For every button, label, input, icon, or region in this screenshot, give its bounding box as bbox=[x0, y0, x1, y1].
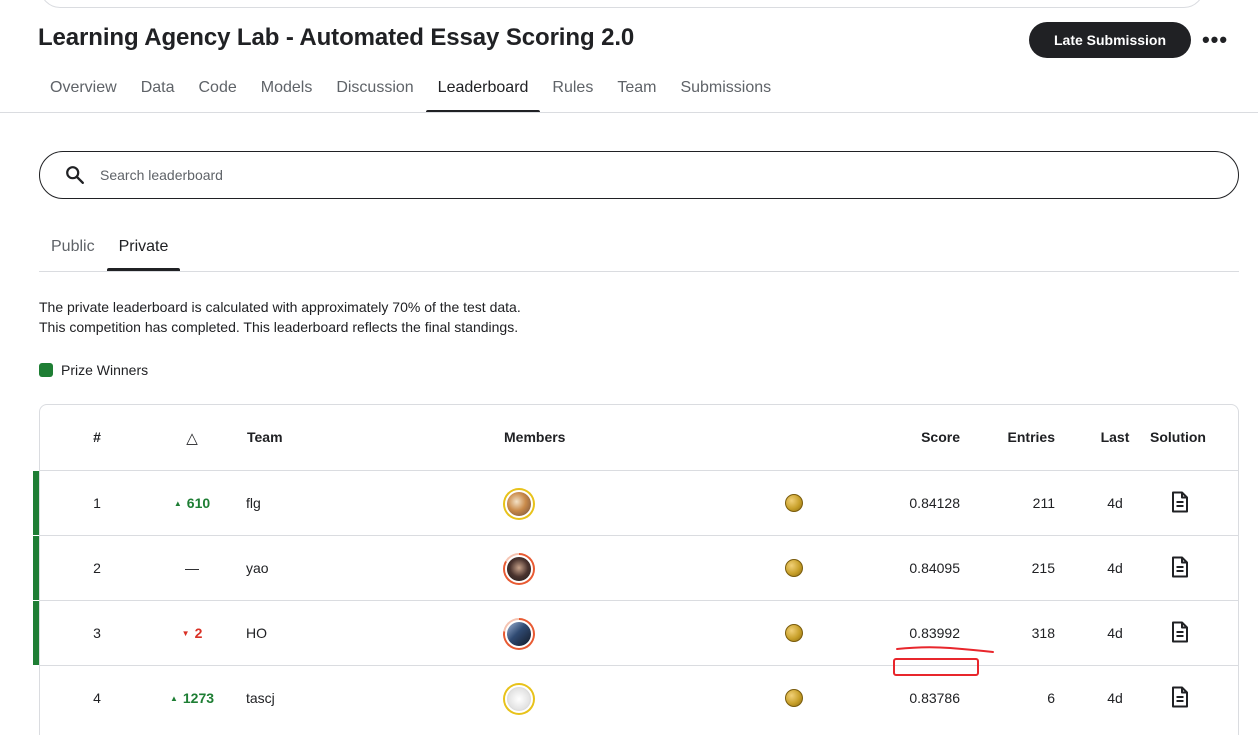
row-score: 0.84095 bbox=[909, 560, 960, 576]
row-team-name[interactable]: yao bbox=[246, 560, 269, 576]
more-options-button[interactable]: ••• bbox=[1200, 26, 1230, 54]
table-row[interactable]: 3 ▼ 2 HO 0.83992 318 4d bbox=[33, 600, 1238, 665]
row-entries: 211 bbox=[1032, 495, 1055, 511]
row-delta: ▲ 1273 bbox=[160, 690, 224, 706]
tab-overview[interactable]: Overview bbox=[38, 76, 129, 113]
row-score: 0.83992 bbox=[909, 625, 960, 641]
leaderboard-subtabs: Public Private bbox=[39, 236, 181, 271]
prize-winner-indicator bbox=[33, 471, 39, 535]
prize-winner-swatch bbox=[39, 363, 53, 377]
row-delta: — bbox=[160, 560, 224, 576]
header-entries[interactable]: Entries bbox=[990, 429, 1055, 445]
tab-rules[interactable]: Rules bbox=[540, 76, 605, 113]
tab-submissions[interactable]: Submissions bbox=[668, 76, 783, 113]
row-delta: ▼ 2 bbox=[160, 625, 224, 641]
tab-discussion[interactable]: Discussion bbox=[324, 76, 425, 113]
avatar[interactable] bbox=[503, 488, 535, 520]
row-rank: 3 bbox=[93, 625, 101, 641]
header-members: Members bbox=[504, 429, 566, 445]
document-icon[interactable] bbox=[1170, 491, 1190, 513]
gold-medal-icon bbox=[785, 689, 803, 707]
row-team-name[interactable]: flg bbox=[246, 495, 261, 511]
table-row[interactable]: 4 ▲ 1273 tascj 0.83786 6 4d bbox=[40, 665, 1238, 730]
row-last: 4d bbox=[1107, 495, 1123, 511]
prize-winner-indicator bbox=[33, 536, 39, 600]
row-rank: 1 bbox=[93, 495, 101, 511]
document-icon[interactable] bbox=[1170, 686, 1190, 708]
header-score[interactable]: Score bbox=[880, 429, 960, 445]
avatar[interactable] bbox=[503, 553, 535, 585]
more-horizontal-icon: ••• bbox=[1201, 27, 1229, 52]
row-last: 4d bbox=[1107, 625, 1123, 641]
row-team-name[interactable]: HO bbox=[246, 625, 267, 641]
avatar[interactable] bbox=[503, 618, 535, 650]
search-bar[interactable] bbox=[39, 151, 1239, 199]
info-line-2: This competition has completed. This lea… bbox=[39, 319, 519, 335]
row-delta-value: — bbox=[185, 560, 199, 576]
delta-icon[interactable]: △ bbox=[180, 429, 204, 447]
competition-nav: Overview Data Code Models Discussion Lea… bbox=[38, 76, 783, 113]
arrow-up-icon: ▲ bbox=[173, 498, 182, 508]
avatar[interactable] bbox=[503, 683, 535, 715]
table-header: # △ Team Members Score Entries Last Solu… bbox=[40, 405, 1238, 470]
prize-legend-label: Prize Winners bbox=[61, 362, 149, 378]
page-title: Learning Agency Lab - Automated Essay Sc… bbox=[38, 24, 635, 51]
top-card-edge bbox=[40, 0, 1204, 8]
row-delta-value: 610 bbox=[186, 495, 211, 511]
tab-leaderboard[interactable]: Leaderboard bbox=[425, 76, 541, 113]
tab-models[interactable]: Models bbox=[249, 76, 325, 113]
arrow-up-icon: ▲ bbox=[169, 693, 178, 703]
prize-winner-indicator bbox=[33, 601, 39, 665]
table-row[interactable]: 1 ▲ 610 flg 0.84128 211 4d bbox=[33, 470, 1238, 535]
header-last[interactable]: Last bbox=[1095, 429, 1135, 445]
row-rank: 4 bbox=[93, 690, 101, 706]
tab-team[interactable]: Team bbox=[605, 76, 668, 113]
row-score: 0.83786 bbox=[909, 690, 960, 706]
row-entries: 6 bbox=[1047, 690, 1055, 706]
row-last: 4d bbox=[1107, 690, 1123, 706]
document-icon[interactable] bbox=[1170, 621, 1190, 643]
gold-medal-icon bbox=[785, 559, 803, 577]
leaderboard-info: The private leaderboard is calculated wi… bbox=[39, 297, 521, 337]
gold-medal-icon bbox=[785, 624, 803, 642]
subtab-private[interactable]: Private bbox=[106, 236, 181, 271]
info-line-1: The private leaderboard is calculated wi… bbox=[39, 299, 521, 315]
row-delta-value: 2 bbox=[194, 625, 203, 641]
subtab-public[interactable]: Public bbox=[39, 236, 107, 271]
search-input[interactable] bbox=[100, 155, 1238, 195]
leaderboard-table: # △ Team Members Score Entries Last Solu… bbox=[33, 404, 1239, 735]
nav-divider bbox=[0, 112, 1258, 113]
late-submission-button[interactable]: Late Submission bbox=[1029, 22, 1191, 58]
tab-data[interactable]: Data bbox=[129, 76, 187, 113]
row-rank: 2 bbox=[93, 560, 101, 576]
document-icon[interactable] bbox=[1170, 556, 1190, 578]
gold-medal-icon bbox=[785, 494, 803, 512]
row-delta: ▲ 610 bbox=[160, 495, 224, 511]
row-team-name[interactable]: tascj bbox=[246, 690, 275, 706]
tab-code[interactable]: Code bbox=[186, 76, 248, 113]
subtabs-divider bbox=[39, 271, 1239, 272]
row-entries: 215 bbox=[1031, 560, 1055, 576]
header-team[interactable]: Team bbox=[247, 429, 283, 445]
prize-legend: Prize Winners bbox=[39, 362, 148, 378]
arrow-down-icon: ▼ bbox=[181, 628, 190, 638]
search-icon bbox=[40, 151, 100, 199]
row-last: 4d bbox=[1107, 560, 1123, 576]
row-entries: 318 bbox=[1031, 625, 1055, 641]
row-delta-value: 1273 bbox=[182, 690, 215, 706]
row-score: 0.84128 bbox=[909, 495, 960, 511]
header-solution: Solution bbox=[1150, 429, 1206, 445]
table-row[interactable]: 2 — yao 0.84095 215 4d bbox=[33, 535, 1238, 600]
header-rank[interactable]: # bbox=[80, 429, 114, 445]
